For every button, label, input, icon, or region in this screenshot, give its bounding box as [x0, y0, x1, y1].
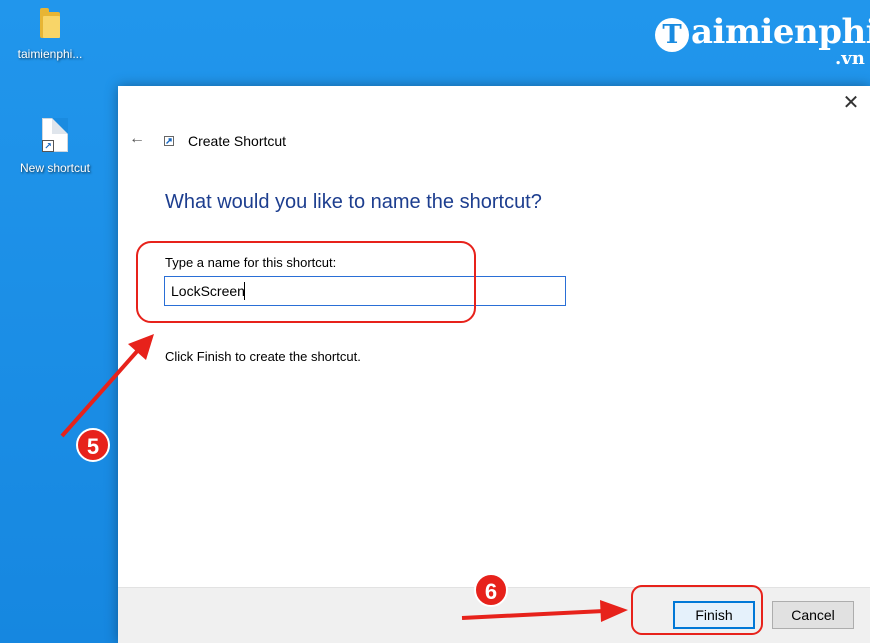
logo-suffix: .vn [835, 48, 865, 69]
desktop-icon-label: taimienphi... [17, 47, 83, 61]
desktop-icon-new-shortcut[interactable]: ↗ New shortcut [7, 118, 103, 175]
desktop-icon-taimienphi[interactable]: taimienphi... [2, 8, 98, 61]
cancel-button[interactable]: Cancel [772, 601, 854, 629]
logo-letter: T [655, 18, 689, 52]
dialog-heading: What would you like to name the shortcut… [165, 191, 542, 213]
desktop-icon-label: New shortcut [19, 161, 91, 175]
finish-button[interactable]: Finish [673, 601, 755, 629]
back-arrow-icon[interactable]: ← [128, 130, 146, 148]
step-6-badge: 6 [474, 573, 508, 607]
folder-icon [40, 8, 60, 38]
dialog-title: Create Shortcut [188, 133, 287, 149]
finish-hint: Click Finish to create the shortcut. [165, 349, 361, 364]
shortcut-icon [164, 136, 174, 146]
step-5-badge: 5 [76, 428, 110, 462]
close-button[interactable]: ✕ [840, 92, 862, 114]
create-shortcut-dialog: ✕ ← Create Shortcut What would you like … [118, 86, 870, 643]
shortcut-name-input[interactable] [164, 276, 566, 306]
taimienphi-logo: T aimienphi .vn [655, 4, 870, 69]
shortcut-file-icon: ↗ [42, 118, 68, 152]
shortcut-name-label: Type a name for this shortcut: [165, 255, 337, 270]
logo-wordmark: aimienphi [691, 12, 870, 52]
text-caret [244, 282, 245, 300]
